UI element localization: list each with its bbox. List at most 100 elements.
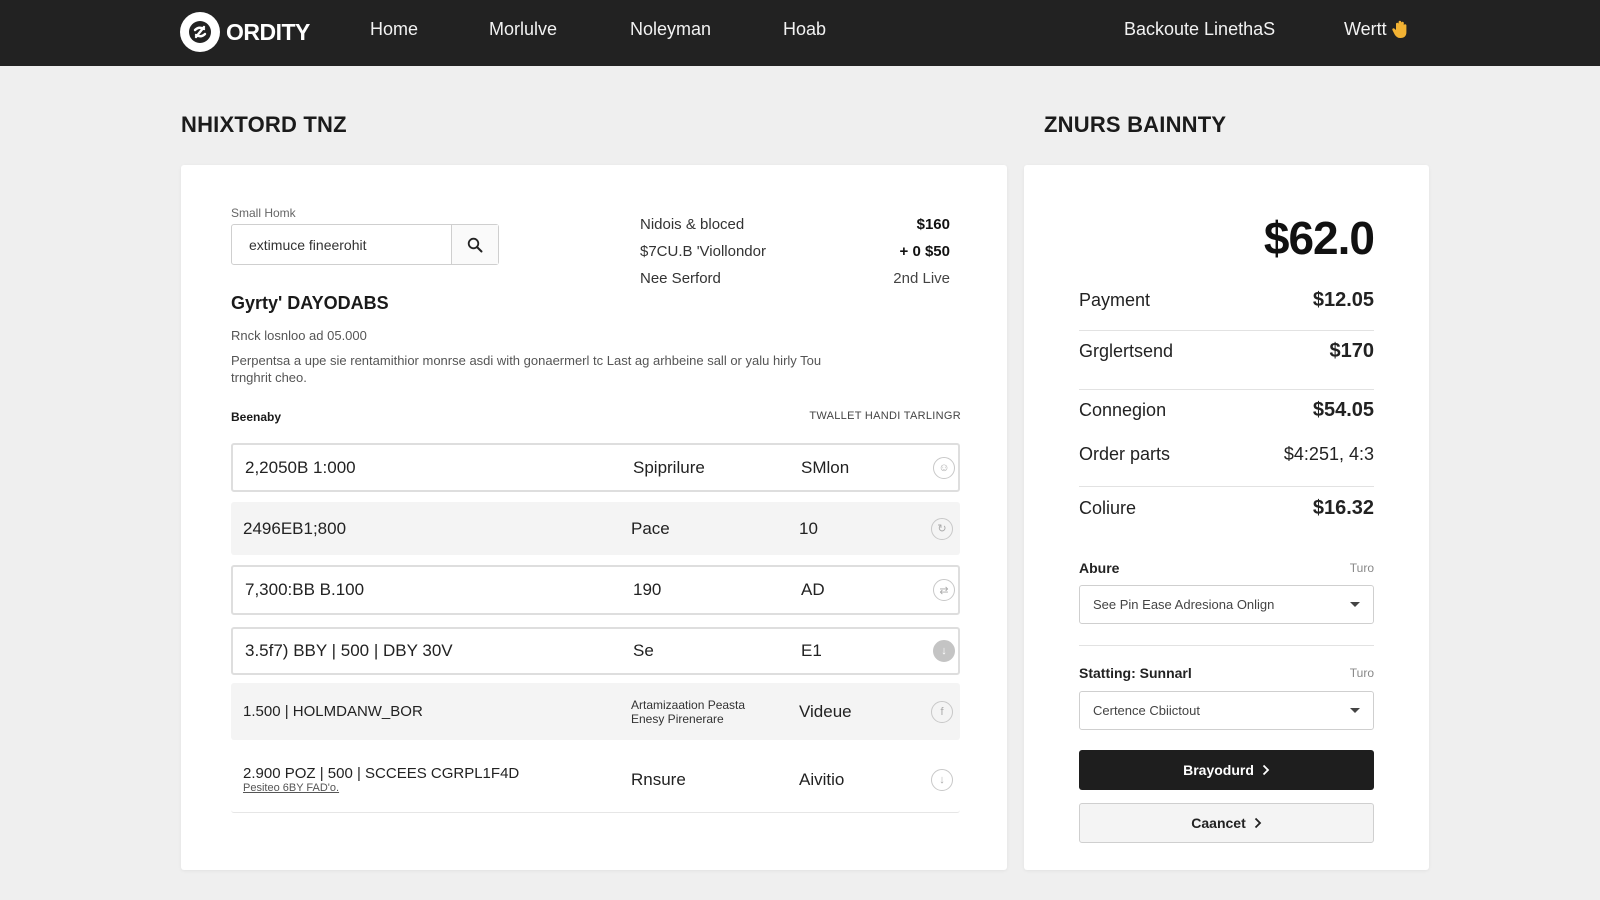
cancel-label: Caancet — [1191, 815, 1246, 831]
line-item-label: Payment — [1079, 290, 1151, 310]
facebook-icon[interactable]: f — [931, 700, 953, 723]
line-item-label: Connegion — [1079, 400, 1167, 420]
chevron-down-icon — [1350, 707, 1360, 713]
search-button[interactable] — [451, 225, 498, 264]
summary-row: Nee Serford 2nd Live — [640, 265, 950, 292]
line-item-label: Order parts — [1079, 444, 1171, 464]
nav-link-right[interactable]: Backoute LinethaS — [1124, 19, 1275, 40]
checkout-select[interactable]: Certence Cbiictout — [1079, 691, 1374, 730]
row-type: Spiprilure — [633, 457, 705, 477]
summary-value: 2nd Live — [893, 270, 950, 287]
chevron-right-icon — [1254, 817, 1262, 829]
list-item[interactable]: 2.900 POZ | 500 | SCCEES CGRPL1F4D Pesit… — [231, 748, 960, 813]
line-item-value: $170 — [1329, 340, 1375, 362]
select-value: See Pin Ease Adresiona Onlign — [1093, 597, 1275, 612]
hand-icon — [1391, 20, 1407, 38]
download-icon[interactable]: ↓ — [933, 640, 955, 662]
select-label: Abure — [1079, 560, 1120, 576]
summary-block: Nidois & bloced $160 $7CU.B 'Viollondor … — [640, 211, 950, 292]
top-nav: ORDITY Home Morlulve Noleyman Hoab Backo… — [0, 0, 1600, 66]
nav-link-2[interactable]: Morlulve — [489, 19, 557, 40]
search-label: Small Homk — [231, 206, 296, 220]
summary-value: + 0 $50 — [899, 243, 950, 260]
row-id: 2.900 POZ | 500 | SCCEES CGRPL1F4D — [243, 765, 520, 782]
nav-link-home[interactable]: Home — [370, 19, 418, 40]
row-value: 10 — [799, 518, 818, 538]
summary-card: $62.0 Payment $12.05 Grglertsend $170 Co… — [1024, 165, 1429, 870]
section-heading: Gyrty' DAYODABS — [231, 293, 389, 313]
summary-label: $7CU.B 'Viollondor — [640, 243, 766, 260]
row-id: 7,300:BB B.100 — [245, 580, 365, 599]
user-menu[interactable]: Wertt — [1344, 18, 1411, 40]
row-id: 1.500 | HOLMDANW_BOR — [243, 703, 423, 720]
proceed-label: Brayodurd — [1183, 762, 1254, 778]
total-amount: $62.0 — [1263, 212, 1375, 264]
row-value: Aivitio — [799, 770, 845, 789]
logo-icon — [180, 12, 220, 52]
row-value: Videue — [799, 701, 852, 721]
row-sub-link[interactable]: Pesiteo 6BY FAD'o. — [243, 782, 519, 794]
select-hint: Turo — [1349, 561, 1374, 575]
chevron-down-icon — [1350, 601, 1360, 607]
summary-row: $7CU.B 'Viollondor + 0 $50 — [640, 238, 950, 265]
sync-icon[interactable]: ⇄ — [933, 579, 955, 601]
line-item-value: $12.05 — [1312, 289, 1374, 311]
address-select[interactable]: See Pin Ease Adresiona Onlign — [1079, 585, 1374, 624]
nav-link-3[interactable]: Noleyman — [630, 19, 711, 40]
list-item[interactable]: 2496EB1;800 Pace 10 ↻ — [231, 502, 960, 555]
row-id: 2,2050B 1:000 — [245, 457, 356, 477]
row-type: Pace — [631, 518, 670, 538]
select-value: Certence Cbiictout — [1093, 703, 1200, 718]
summary-value: $160 — [916, 216, 950, 233]
arrow-down-icon[interactable]: ↓ — [931, 769, 953, 791]
proceed-button[interactable]: Brayodurd — [1079, 750, 1374, 790]
select-label: Statting: Sunnarl — [1079, 665, 1192, 681]
line-item-value: $54.05 — [1312, 399, 1374, 421]
description: Perpentsa a upe sie rentamithior monrse … — [231, 353, 822, 385]
row-id: 3.5f7) BBY | 500 | DBY 30V — [245, 641, 453, 660]
line-item: Payment $12.05 — [1079, 289, 1374, 312]
row-value: E1 — [801, 641, 822, 660]
logo-text: ORDITY — [226, 18, 310, 45]
row-id-block: 2.900 POZ | 500 | SCCEES CGRPL1F4D Pesit… — [243, 765, 520, 795]
row-value: SMlon — [801, 457, 850, 477]
search-box — [231, 224, 499, 265]
nav-link-4[interactable]: Hoab — [783, 19, 826, 40]
divider — [1079, 330, 1374, 331]
search-input[interactable] — [232, 225, 451, 264]
select-hint: Turo — [1349, 666, 1374, 680]
row-type: Artamizaation Peasta Enesy Pirenerare — [631, 697, 746, 726]
list-item[interactable]: 1.500 | HOLMDANW_BOR Artamizaation Peast… — [231, 683, 960, 740]
smile-icon[interactable]: ☺ — [933, 456, 955, 479]
line-item: Grglertsend $170 — [1079, 340, 1374, 363]
row-id: 2496EB1;800 — [243, 518, 347, 538]
divider — [1079, 486, 1374, 487]
divider — [1079, 645, 1374, 646]
list-header-right: TWALLET HANDI TARLINGR — [809, 410, 961, 422]
list-item[interactable]: 3.5f7) BBY | 500 | DBY 30V Se E1 ↓ — [231, 627, 960, 675]
line-item: Coliure $16.32 — [1079, 497, 1374, 520]
row-type: Se — [633, 641, 654, 660]
search-icon — [467, 237, 483, 252]
summary-label: Nidois & bloced — [640, 216, 745, 233]
refresh-icon[interactable]: ↻ — [931, 517, 953, 540]
line-item-label: Grglertsend — [1079, 341, 1174, 361]
line-item-value: $16.32 — [1312, 497, 1374, 519]
line-item: Order parts $4:251, 4:3 — [1079, 444, 1374, 465]
list-item[interactable]: 7,300:BB B.100 190 AD ⇄ — [231, 565, 960, 615]
user-label: Wertt — [1344, 18, 1387, 39]
main-card: Small Homk Nidois & bloced $160 $7CU.B '… — [181, 165, 1007, 870]
summary-label: Nee Serford — [640, 270, 721, 287]
row-type: 190 — [633, 580, 662, 599]
list-header-left: Beenaby — [231, 410, 282, 424]
meta-line: Rnck losnloo ad 05.000 — [231, 328, 367, 343]
row-value: AD — [801, 580, 825, 599]
summary-title: ZNURS BAINNTY — [1044, 112, 1227, 137]
line-item-value: $4:251, 4:3 — [1283, 444, 1374, 464]
logo[interactable]: ORDITY — [180, 10, 310, 54]
row-type: Rnsure — [631, 770, 686, 789]
cancel-button[interactable]: Caancet — [1079, 803, 1374, 843]
list-item[interactable]: 2,2050B 1:000 Spiprilure SMlon ☺ — [231, 443, 960, 492]
line-item: Connegion $54.05 — [1079, 399, 1374, 422]
divider — [1079, 389, 1374, 390]
